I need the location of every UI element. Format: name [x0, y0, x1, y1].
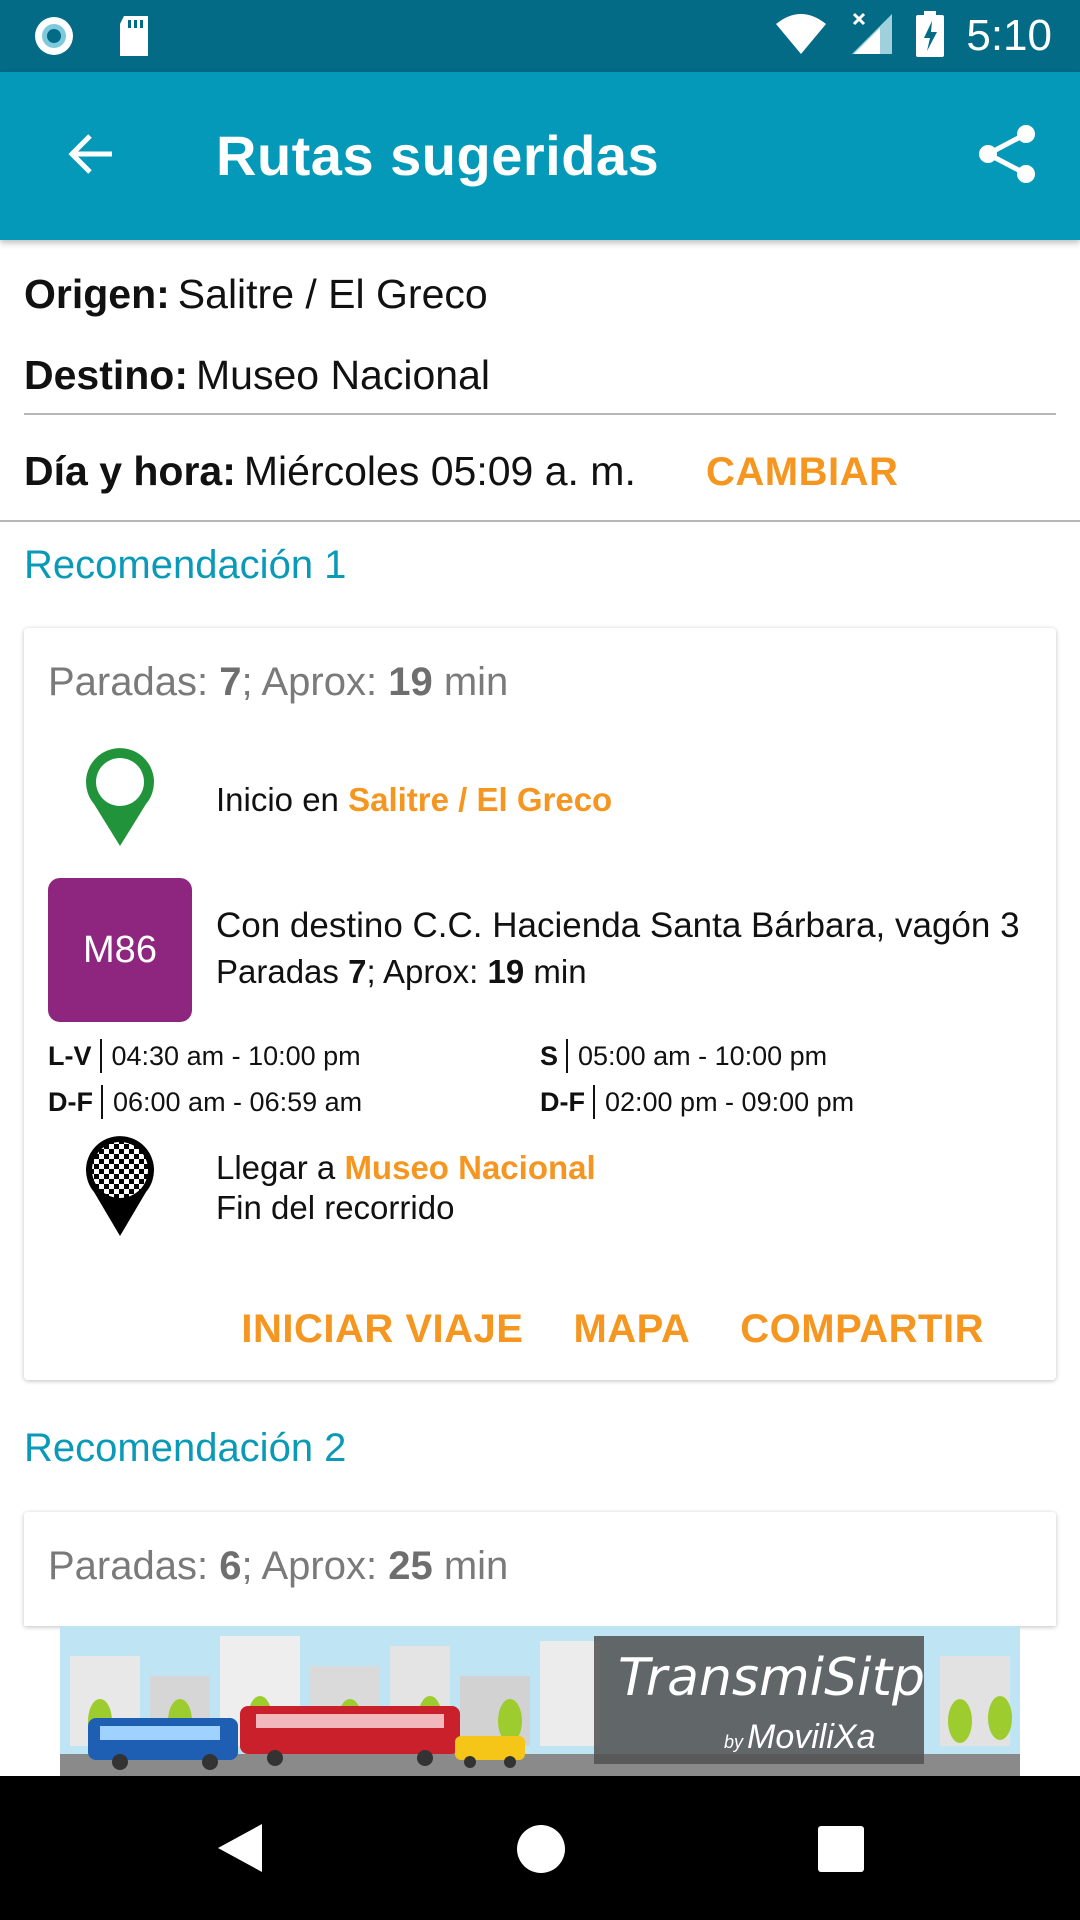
route-stops-label: Paradas — [216, 953, 349, 990]
ad-company: MoviliXa — [747, 1718, 876, 1756]
recommendation-1-title: Recomendación 1 — [24, 543, 347, 587]
schedule-item: D-F 02:00 pm - 09:00 pm — [540, 1084, 854, 1120]
origin-row: Origen: Salitre / El Greco — [24, 270, 488, 318]
app-bar: Rutas sugeridas — [0, 72, 1080, 240]
start-pin-icon — [84, 746, 156, 855]
schedule-separator — [566, 1039, 569, 1073]
ad-byline: by MoviliXa — [724, 1718, 876, 1757]
route-approx-label: ; Aprox: — [366, 953, 488, 990]
route-summary: Paradas: 6; Aprox: 25 min — [48, 1542, 508, 1590]
ad-logo: TransmiSitp by MoviliXa — [594, 1636, 925, 1764]
approx-minutes: 19 — [388, 660, 433, 704]
end-prefix: Llegar a — [216, 1149, 345, 1186]
minutes-unit: min — [432, 660, 509, 704]
destination-value: Museo Nacional — [196, 352, 490, 398]
approx-label: ; Aprox: — [241, 660, 389, 704]
share-route-button[interactable]: COMPARTIR — [740, 1307, 984, 1352]
start-place: Salitre / El Greco — [348, 781, 613, 818]
share-icon — [976, 122, 1040, 191]
start-step: Inicio en Salitre / El Greco — [216, 780, 612, 820]
ad-by: by — [724, 1732, 744, 1752]
finish-flag-pin-icon — [84, 1134, 156, 1245]
schedule-item: D-F 06:00 am - 06:59 am — [48, 1084, 362, 1120]
schedule-days: L-V — [48, 1041, 92, 1071]
share-button[interactable] — [968, 116, 1048, 196]
route-minutes: 19 — [487, 953, 525, 990]
route-unit: min — [524, 953, 587, 990]
datetime-row: Día y hora: Miércoles 05:09 a. m. — [24, 447, 636, 495]
ad-banner[interactable]: TransmiSitp by MoviliXa — [60, 1626, 1020, 1776]
wifi-icon — [774, 12, 828, 61]
approx-label: ; Aprox: — [241, 1544, 389, 1588]
end-step: Llegar a Museo Nacional — [216, 1148, 596, 1188]
end-note: Fin del recorrido — [216, 1189, 455, 1226]
back-button[interactable] — [50, 116, 130, 196]
stops-label: Paradas: — [48, 660, 220, 704]
route-badge: M86 — [48, 878, 192, 1022]
recommendation-1-card[interactable]: Paradas: 7; Aprox: 19 min Inicio en Sali… — [24, 628, 1056, 1380]
stops-count: 7 — [219, 660, 242, 704]
map-button[interactable]: MAPA — [573, 1307, 690, 1352]
schedule-days: D-F — [48, 1087, 93, 1117]
ad-brand: TransmiSitp — [618, 1648, 925, 1708]
radio-icon — [32, 14, 76, 63]
signal-icon — [850, 12, 894, 61]
card-actions: INICIAR VIAJE MAPA COMPARTIR — [241, 1307, 984, 1352]
schedule-hours: 06:00 am - 06:59 am — [112, 1087, 363, 1117]
divider — [24, 413, 1056, 415]
schedule-separator — [592, 1085, 595, 1119]
clock: 5:10 — [966, 11, 1052, 60]
nav-back-icon[interactable] — [216, 1822, 264, 1879]
start-prefix: Inicio en — [216, 781, 349, 818]
datetime-label: Día y hora: — [24, 448, 236, 494]
recommendation-2-title: Recomendación 2 — [24, 1426, 347, 1470]
origin-label: Origen: — [24, 271, 170, 317]
schedule-days: D-F — [540, 1087, 585, 1117]
nav-home-icon[interactable] — [516, 1824, 566, 1879]
page-title: Rutas sugeridas — [216, 124, 660, 187]
approx-minutes: 25 — [388, 1544, 433, 1588]
route-destination: Con destino C.C. Hacienda Santa Bárbara,… — [216, 906, 1020, 945]
destination-row: Destino: Museo Nacional — [24, 351, 490, 399]
route-summary: Paradas: 7; Aprox: 19 min — [48, 658, 508, 706]
schedule-hours: 05:00 am - 10:00 pm — [578, 1041, 828, 1071]
destination-label: Destino: — [24, 352, 188, 398]
route-stops: 7 — [348, 953, 367, 990]
end-place: Museo Nacional — [344, 1149, 596, 1186]
stops-label: Paradas: — [48, 1544, 220, 1588]
start-trip-button[interactable]: INICIAR VIAJE — [241, 1307, 523, 1352]
schedule-item: L-V 04:30 am - 10:00 pm — [48, 1038, 361, 1074]
schedule-item: S 05:00 am - 10:00 pm — [540, 1038, 827, 1074]
arrow-back-icon — [64, 128, 116, 185]
navigation-bar — [0, 1776, 1080, 1920]
minutes-unit: min — [432, 1544, 509, 1588]
nav-recents-icon[interactable] — [818, 1826, 864, 1877]
datetime-value: Miércoles 05:09 a. m. — [243, 448, 636, 494]
schedule-hours: 04:30 am - 10:00 pm — [111, 1041, 361, 1071]
route-stats: Paradas 7; Aprox: 19 min — [216, 952, 587, 992]
route-code: M86 — [83, 928, 157, 971]
schedule-hours: 02:00 pm - 09:00 pm — [604, 1087, 855, 1117]
divider — [0, 520, 1080, 522]
status-bar: 5:10 — [0, 0, 1080, 72]
schedule-separator — [100, 1085, 103, 1119]
stops-count: 6 — [219, 1544, 242, 1588]
schedule-separator — [99, 1039, 102, 1073]
origin-value: Salitre / El Greco — [177, 271, 488, 317]
recommendation-2-card[interactable]: Paradas: 6; Aprox: 25 min — [24, 1512, 1056, 1626]
sd-card-icon — [116, 14, 152, 63]
change-button[interactable]: CAMBIAR — [706, 449, 898, 495]
battery-charging-icon — [916, 10, 945, 62]
schedule-days: S — [540, 1041, 559, 1071]
